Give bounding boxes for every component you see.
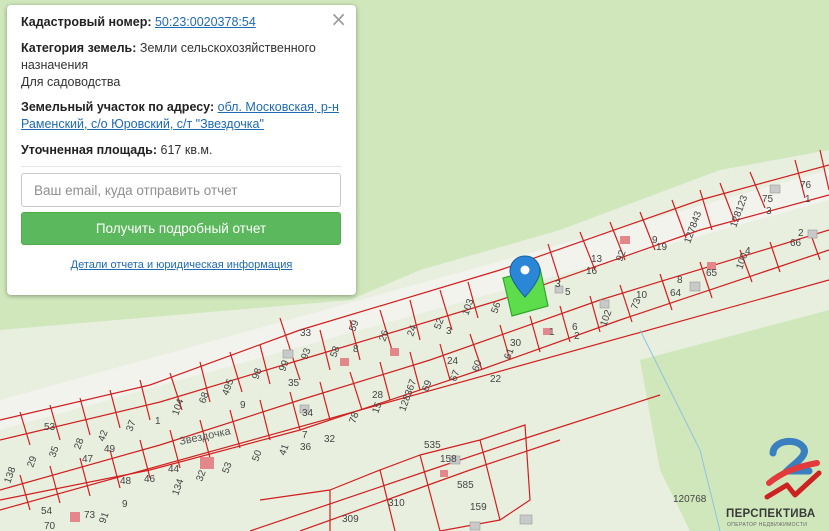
lot-number: 66 [790, 238, 802, 249]
lot-number: 585 [457, 480, 474, 491]
lot-number: 19 [656, 242, 668, 253]
lot-number: 73 [84, 510, 96, 521]
lot-number: 309 [342, 514, 359, 525]
address-row: Земельный участок по адресу: обл. Москов… [21, 99, 342, 133]
lot-number: 9 [240, 400, 246, 411]
lot-number: 2 [798, 228, 804, 239]
land-category-label: Категория земель: [21, 41, 137, 55]
lot-number: 13 [591, 254, 603, 265]
lot-number: 1 [805, 194, 811, 205]
land-category-row: Категория земель: Земли сельскохозяйстве… [21, 40, 342, 91]
lot-number: 22 [490, 374, 502, 385]
address-link[interactable]: обл. Московская, р-н [218, 100, 339, 114]
lot-number: 1 [549, 327, 555, 338]
lot-number: 33 [300, 328, 312, 339]
lot-number: 36 [300, 442, 312, 453]
lot-number: 70 [44, 521, 56, 531]
divider [21, 166, 342, 167]
cadastral-info-popup: × Кадастровый номер: 50:23:0020378:54 Ка… [7, 5, 356, 295]
lot-number: 9 [122, 499, 128, 510]
land-use-value: Для садоводства [21, 75, 121, 89]
lot-number: 30 [510, 338, 522, 349]
lot-number: 3 [446, 326, 452, 337]
lot-number: 76 [800, 180, 812, 191]
lot-number: 65 [706, 268, 718, 279]
lot-number: 310 [388, 498, 405, 509]
lot-number: 28 [372, 390, 384, 401]
lot-number: 54 [41, 506, 53, 517]
address-label: Земельный участок по адресу: [21, 100, 215, 114]
lot-number: 8 [677, 275, 683, 286]
lot-number: 24 [447, 356, 459, 367]
lot-number: 34 [302, 408, 314, 419]
get-report-button[interactable]: Получить подробный отчет [21, 212, 341, 245]
cadastral-number-row: Кадастровый номер: 50:23:0020378:54 [21, 14, 342, 31]
area-value: 617 кв.м. [160, 143, 213, 157]
land-category-value: Земли сельскохозяйственного [139, 41, 316, 55]
lot-number: 535 [424, 440, 441, 451]
lot-number: 3 [766, 206, 772, 217]
logo-tagline: ОПЕРАТОР НЕДВИЖИМОСТИ [727, 522, 808, 528]
lot-number: 8 [353, 344, 359, 355]
lot-number: 3 [555, 279, 561, 290]
details-row: Детали отчета и юридическая информация [7, 259, 356, 271]
lot-number: 16 [586, 266, 598, 277]
logo-name: ПЕРСПЕКТИВА [726, 508, 816, 520]
lot-number: 46 [144, 474, 156, 485]
area-row: Уточненная площадь: 617 кв.м. [21, 142, 342, 159]
lot-number: 44 [168, 464, 180, 475]
lot-number: 48 [120, 476, 132, 487]
address-link-cont[interactable]: Раменский, с/о Юровский, с/т "Звездочка" [21, 117, 264, 131]
cadastral-number-link[interactable]: 50:23:0020378:54 [155, 15, 256, 29]
lot-number: 5 [565, 287, 571, 298]
lot-number: 120768 [673, 494, 707, 505]
lot-number: 1 [155, 416, 161, 427]
lot-number: 49 [104, 444, 116, 455]
lot-number: 7 [302, 430, 308, 441]
lot-number: 35 [288, 378, 300, 389]
lot-number: 47 [82, 454, 94, 465]
email-field[interactable] [21, 173, 341, 207]
lot-number: 75 [762, 194, 774, 205]
lot-number: 64 [670, 288, 682, 299]
area-label: Уточненная площадь: [21, 143, 158, 157]
lot-number: 2 [574, 331, 580, 342]
lot-number: 159 [470, 502, 487, 513]
lot-number: 32 [324, 434, 336, 445]
report-details-link[interactable]: Детали отчета и юридическая информация [71, 259, 293, 271]
lot-number: 53 [44, 422, 56, 433]
land-category-value-cont: назначения [21, 58, 89, 72]
cadastral-number-label: Кадастровый номер: [21, 15, 152, 29]
lot-number: 158 [440, 454, 457, 465]
